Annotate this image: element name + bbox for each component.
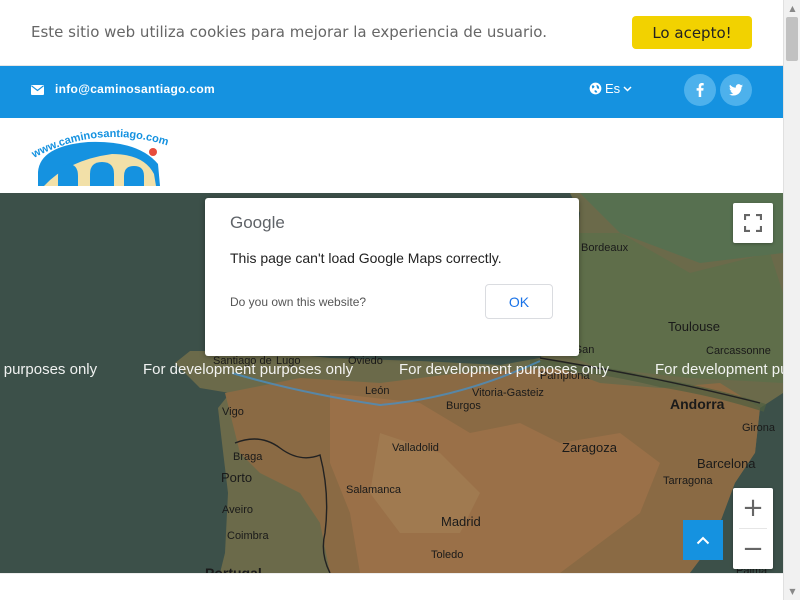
map-label-girona: Girona	[742, 422, 776, 434]
dev-watermark: For development purposes only	[399, 361, 610, 378]
zoom-out-button[interactable]: −	[733, 529, 773, 569]
cookie-banner: Este sitio web utiliza cookies para mejo…	[0, 0, 783, 66]
envelope-icon	[31, 85, 44, 95]
google-brand-text: Google	[230, 213, 285, 232]
map-label-bordeaux: Bordeaux	[581, 242, 629, 254]
own-website-link[interactable]: Do you own this website?	[230, 295, 366, 309]
globe-icon	[589, 82, 602, 95]
facebook-icon	[696, 83, 704, 97]
map-label-porto: Porto	[221, 470, 253, 485]
map-label-valladolid: Valladolid	[392, 442, 439, 454]
page-bottom	[0, 573, 783, 600]
scroll-up-arrow[interactable]: ▲	[784, 0, 800, 17]
scrollbar-thumb[interactable]	[786, 17, 798, 61]
fullscreen-button[interactable]	[733, 203, 773, 243]
chevron-up-icon	[696, 536, 710, 544]
twitter-icon	[729, 84, 743, 96]
scroll-to-top-button[interactable]	[683, 520, 723, 560]
facebook-button[interactable]	[684, 74, 716, 106]
map-label-braga: Braga	[233, 451, 263, 463]
map-label-salamanca: Salamanca	[346, 484, 402, 496]
map-label-zaragoza: Zaragoza	[562, 440, 617, 455]
site-logo[interactable]: www.caminosantiago.com	[28, 124, 196, 186]
map-label-toulouse: Toulouse	[668, 319, 721, 334]
dev-watermark: For development purposes only	[0, 361, 98, 378]
scroll-down-arrow[interactable]: ▼	[784, 583, 800, 600]
dev-watermark: For development purposes only	[143, 361, 354, 378]
chevron-down-icon	[623, 85, 632, 92]
dev-watermark: For development purposes only	[655, 361, 783, 378]
dialog-ok-button[interactable]: OK	[485, 284, 553, 319]
vertical-scrollbar[interactable]: ▲ ▼	[783, 0, 800, 600]
map-label-leon: León	[365, 385, 390, 397]
top-bar: info@caminosantiago.com Es	[0, 66, 783, 118]
cookie-message: Este sitio web utiliza cookies para mejo…	[31, 23, 547, 41]
zoom-in-button[interactable]: +	[733, 488, 773, 528]
map-label-tarragona: Tarragona	[663, 475, 713, 487]
map-label-madrid: Madrid	[441, 514, 481, 529]
maps-error-message: This page can't load Google Maps correct…	[230, 250, 502, 266]
map-label-carcassonne: Carcassonne	[706, 345, 771, 357]
map-label-barcelona: Barcelona	[697, 456, 756, 471]
zoom-control: + −	[733, 488, 773, 569]
map-label-burgos: Burgos	[446, 400, 481, 412]
map-label-vitoria: Vitoria-Gasteiz	[472, 387, 544, 399]
map-label-coimbra: Coimbra	[227, 530, 269, 542]
fullscreen-icon	[744, 214, 762, 232]
contact-email-link[interactable]: info@caminosantiago.com	[55, 82, 215, 96]
twitter-button[interactable]	[720, 74, 752, 106]
language-label: Es	[605, 81, 621, 96]
map-label-oviedo: Oviedo	[348, 355, 383, 367]
site-header: www.caminosantiago.com	[0, 118, 783, 193]
language-selector[interactable]: Es	[589, 81, 632, 96]
accept-cookies-button[interactable]: Lo acepto!	[632, 16, 752, 49]
map-label-andorra: Andorra	[670, 396, 725, 412]
map-label-aveiro: Aveiro	[222, 504, 253, 516]
maps-error-dialog: Google This page can't load Google Maps …	[205, 198, 579, 356]
map-label-portugal: Portugal	[205, 565, 262, 573]
page: Este sitio web utiliza cookies para mejo…	[0, 0, 800, 600]
map-label-vigo: Vigo	[222, 406, 244, 418]
map-label-toledo: Toledo	[431, 549, 464, 561]
